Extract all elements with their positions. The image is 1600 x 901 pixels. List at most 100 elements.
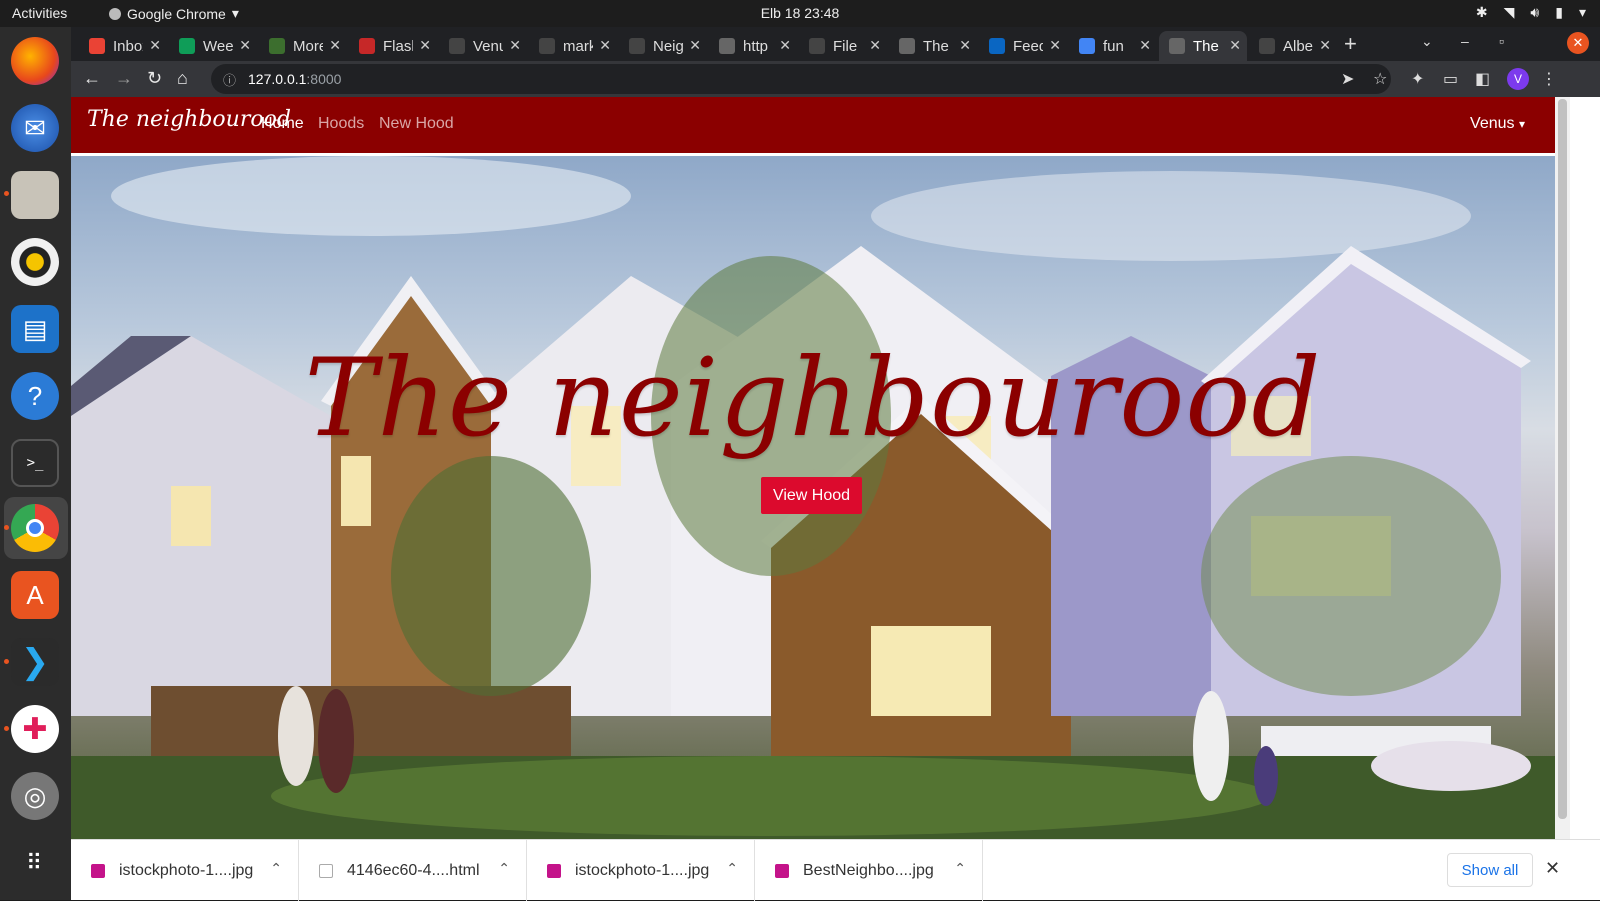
- tab-close-icon[interactable]: ✕: [959, 37, 971, 54]
- browser-tab[interactable]: The ✕: [889, 31, 977, 61]
- chevron-up-icon[interactable]: ⌃: [954, 860, 966, 877]
- wifi-icon[interactable]: ◥: [1504, 4, 1515, 21]
- tab-search-icon[interactable]: ⌄: [1421, 33, 1433, 50]
- github-icon: [539, 38, 555, 54]
- site-info-icon[interactable]: ⓘ: [223, 70, 236, 89]
- cast-icon[interactable]: ▭: [1443, 69, 1458, 89]
- tab-close-icon[interactable]: ✕: [1139, 37, 1151, 54]
- tab-close-icon[interactable]: ✕: [599, 37, 611, 54]
- minimize-button[interactable]: –: [1461, 33, 1469, 49]
- vscode-icon[interactable]: ❯: [11, 638, 59, 686]
- browser-tab[interactable]: Venus ✕: [439, 31, 527, 61]
- browser-tab[interactable]: File ✕: [799, 31, 887, 61]
- tab-title: Neighbourhood: [653, 37, 683, 55]
- download-item[interactable]: 4146ec60-4....html ⌃: [299, 840, 527, 901]
- download-item[interactable]: BestNeighbo....jpg ⌃: [755, 840, 983, 901]
- tab-close-icon[interactable]: ✕: [239, 37, 251, 54]
- page-scrollbar[interactable]: [1555, 97, 1570, 839]
- chevron-up-icon[interactable]: ⌃: [498, 860, 510, 877]
- chevron-up-icon[interactable]: ⌃: [270, 860, 282, 877]
- tab-close-icon[interactable]: ✕: [1229, 37, 1241, 54]
- show-all-downloads-button[interactable]: Show all: [1447, 853, 1533, 887]
- tab-close-icon[interactable]: ✕: [1319, 37, 1331, 54]
- system-tray[interactable]: ✱ ◥ 🔊︎ ▮ ▾: [1476, 4, 1586, 21]
- terminal-icon[interactable]: >_: [11, 439, 59, 487]
- nav-link-new-hood[interactable]: New Hood: [379, 115, 454, 133]
- user-dropdown[interactable]: Venus ▾: [1470, 115, 1525, 133]
- github-icon: [809, 38, 825, 54]
- rhythmbox-icon[interactable]: [11, 238, 59, 286]
- home-icon[interactable]: ⌂: [177, 68, 188, 89]
- scrollbar-thumb[interactable]: [1558, 99, 1567, 819]
- browser-tab[interactable]: Albert ✕: [1249, 31, 1337, 61]
- tab-close-icon[interactable]: ✕: [779, 37, 791, 54]
- help-icon[interactable]: ?: [11, 372, 59, 420]
- writer-icon[interactable]: ▤: [11, 305, 59, 353]
- software-center-icon[interactable]: A: [11, 571, 59, 619]
- tab-title: The: [1193, 37, 1219, 55]
- browser-tab[interactable]: Week ✕: [169, 31, 257, 61]
- tab-title: mark: [563, 37, 593, 55]
- profile-avatar[interactable]: V: [1507, 68, 1529, 90]
- volume-icon[interactable]: 🔊︎: [1530, 4, 1539, 21]
- clock[interactable]: Elb 18 23:48: [761, 5, 840, 21]
- tab-close-icon[interactable]: ✕: [149, 37, 161, 54]
- browser-tab[interactable]: Neighbourhood ✕: [619, 31, 707, 61]
- maximize-button[interactable]: ▫: [1499, 33, 1504, 49]
- tab-strip: Inbox✕Week✕More✕Flask✕Venus✕mark✕Neighbo…: [71, 27, 1600, 61]
- firefox-icon[interactable]: [11, 37, 59, 85]
- tab-close-icon[interactable]: ✕: [329, 37, 341, 54]
- chrome-icon[interactable]: [11, 504, 59, 552]
- new-tab-button[interactable]: +: [1344, 31, 1357, 57]
- browser-tab[interactable]: http ✕: [709, 31, 797, 61]
- slack-icon[interactable]: ✚: [11, 705, 59, 753]
- address-bar[interactable]: ⓘ 127.0.0.1:8000: [211, 64, 1391, 94]
- files-icon[interactable]: [11, 171, 59, 219]
- view-hood-button[interactable]: View Hood: [761, 477, 862, 514]
- browser-tab[interactable]: More ✕: [259, 31, 347, 61]
- running-indicator: [4, 525, 9, 530]
- browser-tab[interactable]: The ✕: [1159, 31, 1247, 61]
- browser-tab[interactable]: Flask ✕: [349, 31, 437, 61]
- extensions-icon[interactable]: ✦: [1411, 69, 1424, 89]
- battery-icon[interactable]: ▮: [1555, 4, 1563, 21]
- side-panel-icon[interactable]: ◧: [1475, 69, 1490, 89]
- menu-kebab-icon[interactable]: ⋮: [1541, 69, 1557, 89]
- browser-tab[interactable]: mark ✕: [529, 31, 617, 61]
- app-menu[interactable]: Google Chrome ▾: [109, 5, 239, 22]
- tab-close-icon[interactable]: ✕: [509, 37, 521, 54]
- browser-tab[interactable]: Feed ✕: [979, 31, 1067, 61]
- reload-icon[interactable]: ↻: [147, 68, 162, 89]
- tab-title: Week: [203, 37, 233, 55]
- leaf-icon: [269, 38, 285, 54]
- app-name: Google Chrome: [127, 5, 226, 22]
- image-file-icon: [91, 863, 105, 878]
- browser-toolbar: ← → ↻ ⌂ ⓘ 127.0.0.1:8000 ➤ ☆ ✦ ▭ ◧ V ⋮: [71, 61, 1600, 97]
- tab-title: Feed: [1013, 37, 1043, 55]
- browser-tab[interactable]: fun ✕: [1069, 31, 1157, 61]
- tab-close-icon[interactable]: ✕: [419, 37, 431, 54]
- tab-close-icon[interactable]: ✕: [869, 37, 881, 54]
- chevron-down-icon[interactable]: ▾: [1579, 4, 1586, 21]
- chevron-up-icon[interactable]: ⌃: [726, 860, 738, 877]
- activities-button[interactable]: Activities: [12, 5, 67, 21]
- send-icon[interactable]: ➤: [1341, 69, 1354, 89]
- download-item[interactable]: istockphoto-1....jpg ⌃: [71, 840, 299, 901]
- tab-close-icon[interactable]: ✕: [689, 37, 701, 54]
- image-viewer-icon[interactable]: ◎: [11, 772, 59, 820]
- forward-icon[interactable]: →: [115, 68, 133, 89]
- sheets-icon: [179, 38, 195, 54]
- nav-link-hoods[interactable]: Hoods: [318, 115, 364, 133]
- nav-link-home[interactable]: Home: [261, 115, 304, 133]
- bookmark-star-icon[interactable]: ☆: [1373, 69, 1387, 89]
- close-shelf-icon[interactable]: ✕: [1545, 858, 1560, 879]
- tab-close-icon[interactable]: ✕: [1049, 37, 1061, 54]
- accessibility-icon[interactable]: ✱: [1476, 4, 1488, 21]
- window-close-button[interactable]: ✕: [1567, 32, 1589, 54]
- app-grid-icon[interactable]: ⠿: [11, 839, 59, 887]
- download-item[interactable]: istockphoto-1....jpg ⌃: [527, 840, 755, 901]
- back-icon[interactable]: ←: [83, 68, 101, 89]
- browser-tab[interactable]: Inbox ✕: [79, 31, 167, 61]
- chevron-down-icon: ▾: [1518, 117, 1525, 131]
- thunderbird-icon[interactable]: ✉: [11, 104, 59, 152]
